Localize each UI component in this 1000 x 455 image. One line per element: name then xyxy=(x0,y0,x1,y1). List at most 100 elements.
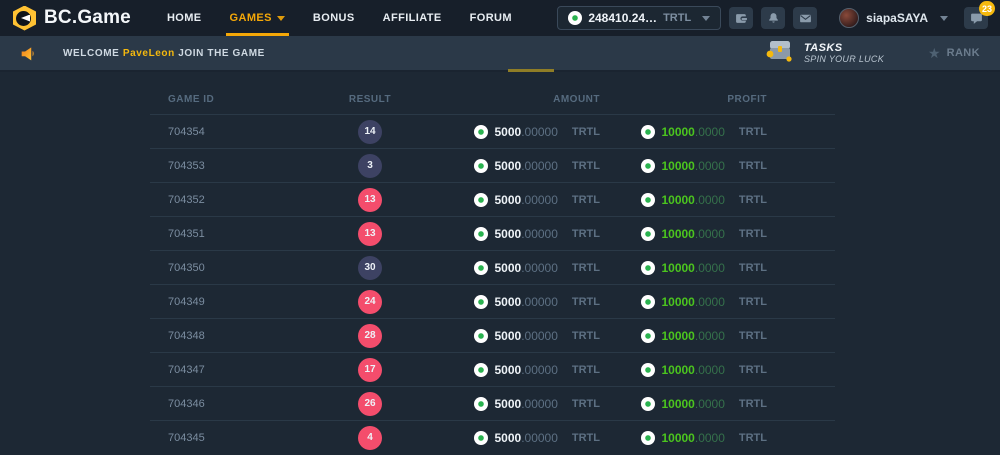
profit-value: 10000.0000 xyxy=(661,329,724,343)
game-id-cell: 704351 xyxy=(150,228,340,240)
chat-button[interactable]: 23 xyxy=(964,7,988,29)
user-menu[interactable]: siapaSAYA xyxy=(839,8,948,28)
amount-value: 5000.00000 xyxy=(494,261,557,275)
trtl-coin-icon xyxy=(641,363,655,377)
amount-cell: 5000.00000 TRTL xyxy=(400,329,610,343)
profit-currency: TRTL xyxy=(739,194,767,206)
nav-item-games[interactable]: GAMES xyxy=(216,0,299,36)
profit-cell: 10000.0000 TRTL xyxy=(610,363,835,377)
tasks-widget[interactable]: TASKS SPIN YOUR LUCK xyxy=(765,38,884,68)
column-header-amount: AMOUNT xyxy=(400,94,610,105)
nav-item-bonus[interactable]: BONUS xyxy=(299,0,369,36)
caret-down-icon xyxy=(277,16,285,21)
profit-cell: 10000.0000 TRTL xyxy=(610,159,835,173)
profit-currency: TRTL xyxy=(739,432,767,444)
logo[interactable]: BC.Game xyxy=(12,6,131,31)
trtl-coin-icon xyxy=(474,431,488,445)
result-cell: 30 xyxy=(340,256,400,280)
result-badge: 28 xyxy=(358,324,382,348)
trtl-coin-icon xyxy=(474,125,488,139)
trtl-coin-icon xyxy=(568,11,582,25)
game-id-cell: 704354 xyxy=(150,126,340,138)
profit-cell: 10000.0000 TRTL xyxy=(610,227,835,241)
profit-currency: TRTL xyxy=(739,262,767,274)
trtl-coin-icon xyxy=(474,159,488,173)
profit-value: 10000.0000 xyxy=(661,193,724,207)
nav-item-forum[interactable]: FORUM xyxy=(456,0,526,36)
profit-value: 10000.0000 xyxy=(661,227,724,241)
table-row[interactable]: 704353 3 5000.00000 TRTL 10000.0000 TRTL xyxy=(150,148,835,182)
amount-currency: TRTL xyxy=(572,126,600,138)
banner-right: TASKS SPIN YOUR LUCK ★ RANK xyxy=(765,38,980,68)
profit-value: 10000.0000 xyxy=(661,431,724,445)
profit-cell: 10000.0000 TRTL xyxy=(610,193,835,207)
trtl-coin-icon xyxy=(641,329,655,343)
profit-currency: TRTL xyxy=(739,160,767,172)
main-nav: HOME GAMES BONUS AFFILIATE FORUM xyxy=(153,0,526,36)
profit-currency: TRTL xyxy=(739,228,767,240)
result-cell: 3 xyxy=(340,154,400,178)
nav-games-label: GAMES xyxy=(230,12,272,24)
result-badge: 24 xyxy=(358,290,382,314)
amount-cell: 5000.00000 TRTL xyxy=(400,397,610,411)
table-row[interactable]: 704348 28 5000.00000 TRTL 10000.0000 TRT… xyxy=(150,318,835,352)
result-badge: 4 xyxy=(358,426,382,450)
messages-button[interactable] xyxy=(793,7,817,29)
amount-currency: TRTL xyxy=(572,160,600,172)
trtl-coin-icon xyxy=(474,261,488,275)
amount-cell: 5000.00000 TRTL xyxy=(400,261,610,275)
result-cell: 13 xyxy=(340,222,400,246)
trtl-coin-icon xyxy=(641,295,655,309)
amount-value: 5000.00000 xyxy=(494,363,557,377)
active-tab-indicator xyxy=(508,69,554,72)
nav-item-affiliate[interactable]: AFFILIATE xyxy=(369,0,456,36)
profit-currency: TRTL xyxy=(739,126,767,138)
amount-currency: TRTL xyxy=(572,364,600,376)
table-row[interactable]: 704354 14 5000.00000 TRTL 10000.0000 TRT… xyxy=(150,114,835,148)
logo-text: BC.Game xyxy=(44,7,131,29)
tasks-text: TASKS SPIN YOUR LUCK xyxy=(804,42,884,65)
username: siapaSAYA xyxy=(866,11,928,25)
table-row[interactable]: 704347 17 5000.00000 TRTL 10000.0000 TRT… xyxy=(150,352,835,386)
caret-down-icon xyxy=(940,16,948,21)
profit-currency: TRTL xyxy=(739,296,767,308)
table-row[interactable]: 704345 4 5000.00000 TRTL 10000.0000 TRTL xyxy=(150,420,835,454)
amount-currency: TRTL xyxy=(572,398,600,410)
amount-cell: 5000.00000 TRTL xyxy=(400,193,610,207)
main-content: GAME ID RESULT AMOUNT PROFIT 704354 14 5… xyxy=(0,72,1000,454)
amount-currency: TRTL xyxy=(572,330,600,342)
profit-value: 10000.0000 xyxy=(661,363,724,377)
table-row[interactable]: 704352 13 5000.00000 TRTL 10000.0000 TRT… xyxy=(150,182,835,216)
amount-value: 5000.00000 xyxy=(494,295,557,309)
announcement-banner: WELCOME PaveLeon JOIN THE GAME TASKS SPI… xyxy=(0,36,1000,72)
result-cell: 13 xyxy=(340,188,400,212)
table-row[interactable]: 704346 26 5000.00000 TRTL 10000.0000 TRT… xyxy=(150,386,835,420)
star-icon: ★ xyxy=(928,46,941,60)
trtl-coin-icon xyxy=(641,261,655,275)
notifications-button[interactable] xyxy=(761,7,785,29)
profit-cell: 10000.0000 TRTL xyxy=(610,295,835,309)
profit-currency: TRTL xyxy=(739,398,767,410)
amount-currency: TRTL xyxy=(572,228,600,240)
game-id-cell: 704350 xyxy=(150,262,340,274)
game-id-cell: 704349 xyxy=(150,296,340,308)
balance-selector[interactable]: 248410.24… TRTL xyxy=(557,6,721,30)
envelope-icon xyxy=(799,12,812,25)
nav-item-home[interactable]: HOME xyxy=(153,0,216,36)
column-header-result: RESULT xyxy=(340,94,400,105)
rank-widget[interactable]: ★ RANK xyxy=(928,46,980,60)
amount-currency: TRTL xyxy=(572,296,600,308)
balance-currency: TRTL xyxy=(663,12,691,24)
wallet-button[interactable] xyxy=(729,7,753,29)
trtl-coin-icon xyxy=(474,193,488,207)
top-navbar: BC.Game HOME GAMES BONUS AFFILIATE FORUM… xyxy=(0,0,1000,36)
amount-currency: TRTL xyxy=(572,262,600,274)
table-row[interactable]: 704349 24 5000.00000 TRTL 10000.0000 TRT… xyxy=(150,284,835,318)
table-row[interactable]: 704350 30 5000.00000 TRTL 10000.0000 TRT… xyxy=(150,250,835,284)
game-id-cell: 704345 xyxy=(150,432,340,444)
amount-value: 5000.00000 xyxy=(494,125,557,139)
table-row[interactable]: 704351 13 5000.00000 TRTL 10000.0000 TRT… xyxy=(150,216,835,250)
trtl-coin-icon xyxy=(641,193,655,207)
result-cell: 26 xyxy=(340,392,400,416)
trtl-coin-icon xyxy=(474,363,488,377)
